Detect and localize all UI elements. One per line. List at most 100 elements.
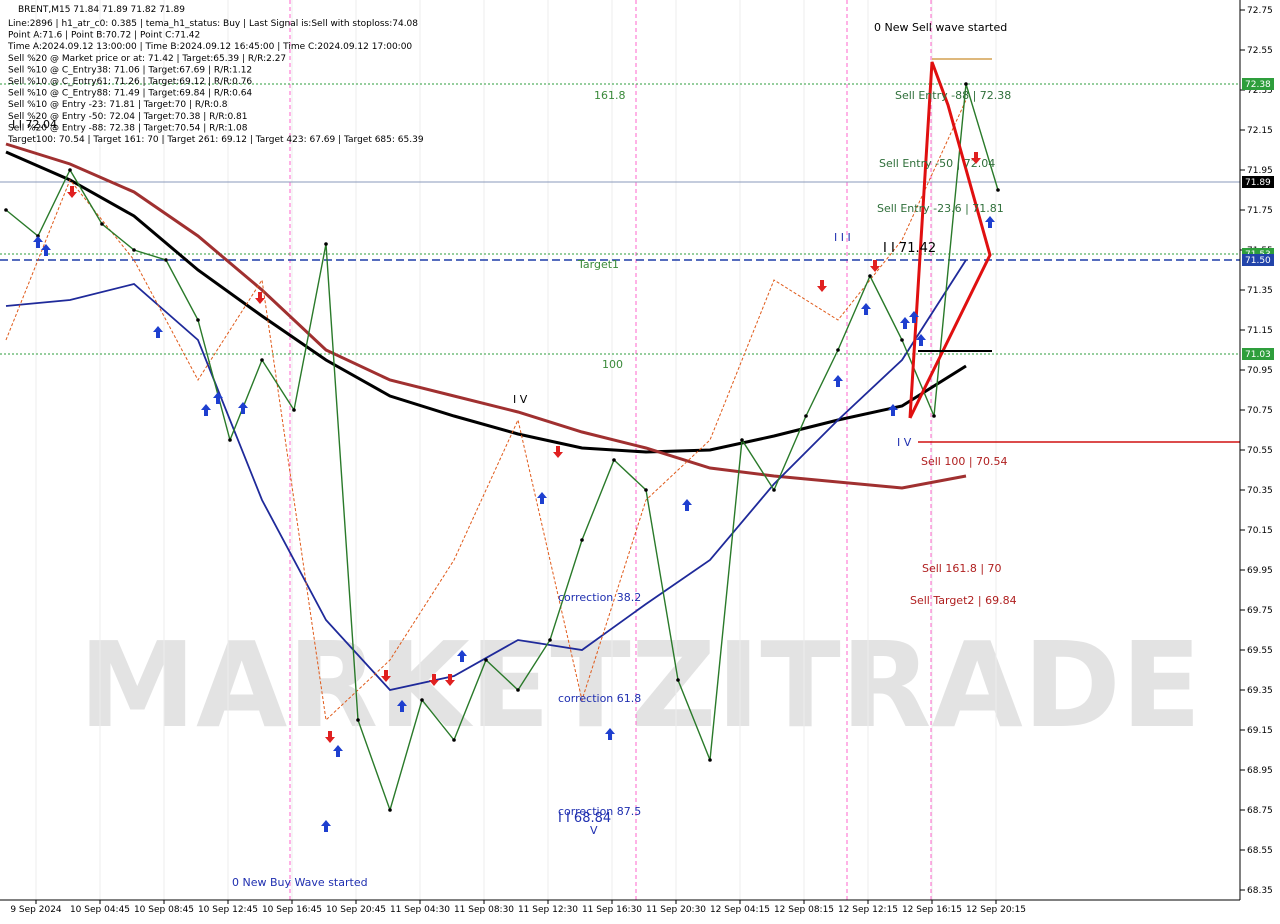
x-tick-label: 12 Sep 16:15	[902, 905, 962, 915]
annotation-label: Sell Entry -23.6 | 71.81	[877, 202, 1004, 215]
info-line: Target100: 70.54 | Target 161: 70 | Targ…	[7, 135, 424, 145]
annotation-label: I V	[897, 436, 912, 449]
annotation-label: Sell 161.8 | 70	[922, 562, 1002, 575]
x-tick-label: 11 Sep 12:30	[518, 905, 578, 915]
price-point	[228, 438, 232, 442]
info-line: Sell %20 @ Entry -88: 72.38 | Target:70.…	[8, 123, 248, 133]
chart-title: BRENT,M15 71.84 71.89 71.82 71.89	[18, 5, 185, 15]
price-point	[612, 458, 616, 462]
y-tick-label: 72.15	[1247, 126, 1273, 136]
y-tick-label: 69.75	[1247, 606, 1273, 616]
x-tick-label: 11 Sep 08:30	[454, 905, 514, 915]
info-line: Sell %10 @ C_Entry61: 71.26 | Target:69.…	[8, 77, 252, 87]
price-point	[68, 168, 72, 172]
info-line: Sell %10 @ C_Entry38: 71.06 | Target:67.…	[8, 65, 252, 75]
annotation-label: correction 61.8	[558, 692, 641, 705]
annotation-label: Sell Target2 | 69.84	[910, 594, 1017, 607]
price-point	[676, 678, 680, 682]
price-point	[324, 242, 328, 246]
y-tick-label: 72.75	[1247, 6, 1273, 16]
annotation-label: I I I	[834, 231, 851, 244]
y-tick-label: 69.15	[1247, 726, 1273, 736]
price-tag-label: 71.50	[1245, 256, 1271, 266]
y-tick-label: 70.15	[1247, 526, 1273, 536]
x-tick-label: 9 Sep 2024	[10, 905, 62, 915]
chart: MARKETZITRADE 0 New Sell wave started 161…	[0, 0, 1280, 920]
price-point	[580, 538, 584, 542]
price-point	[708, 758, 712, 762]
price-point	[964, 82, 968, 86]
x-tick-label: 12 Sep 20:15	[966, 905, 1026, 915]
price-point	[164, 258, 168, 262]
x-tick-label: 10 Sep 12:45	[198, 905, 258, 915]
info-line: Time A:2024.09.12 13:00:00 | Time B:2024…	[7, 42, 412, 52]
x-tick-label: 11 Sep 16:30	[582, 905, 642, 915]
price-point	[740, 438, 744, 442]
info-line: Sell %10 @ Entry -23: 71.81 | Target:70 …	[8, 100, 228, 110]
annotation-label: 0 New Sell wave started	[874, 21, 1007, 34]
price-tag-label: 72.38	[1245, 80, 1271, 90]
price-point	[292, 408, 296, 412]
annotation-label: Sell Entry -88 | 72.38	[895, 89, 1011, 102]
y-tick-label: 71.35	[1247, 286, 1273, 296]
y-tick-label: 68.95	[1247, 766, 1273, 776]
price-point	[356, 718, 360, 722]
y-tick-label: 71.95	[1247, 166, 1273, 176]
price-point	[900, 338, 904, 342]
price-point	[548, 638, 552, 642]
y-tick-label: 71.15	[1247, 326, 1273, 336]
annotation-label: I I 68.84	[558, 811, 611, 826]
y-tick-label: 69.55	[1247, 646, 1273, 656]
y-tick-label: 69.35	[1247, 686, 1273, 696]
info-line: Sell %20 @ Market price or at: 71.42 | T…	[8, 54, 286, 64]
y-tick-label: 68.55	[1247, 846, 1273, 856]
price-point	[132, 248, 136, 252]
annotation-label: Target1	[577, 258, 619, 271]
price-point	[836, 348, 840, 352]
x-tick-label: 12 Sep 08:15	[774, 905, 834, 915]
x-tick-label: 10 Sep 08:45	[134, 905, 194, 915]
info-line: Point A:71.6 | Point B:70.72 | Point C:7…	[8, 31, 200, 41]
chart-svg: MARKETZITRADE 0 New Sell wave started 161…	[0, 0, 1280, 920]
y-tick-label: 68.75	[1247, 806, 1273, 816]
price-point	[452, 738, 456, 742]
price-point	[516, 688, 520, 692]
info-line: Sell %10 @ C_Entry88: 71.49 | Target:69.…	[8, 89, 252, 99]
annotation-label: I V	[513, 393, 528, 406]
price-point	[420, 698, 424, 702]
price-point	[4, 208, 8, 212]
info-line: Line:2896 | h1_atr_c0: 0.385 | tema_h1_s…	[8, 19, 418, 29]
annotation-label: 100	[602, 358, 623, 371]
price-point	[484, 658, 488, 662]
y-tick-label: 68.35	[1247, 886, 1273, 896]
price-point	[932, 414, 936, 418]
x-tick-label: 12 Sep 04:15	[710, 905, 770, 915]
price-point	[100, 222, 104, 226]
x-tick-label: 12 Sep 12:15	[838, 905, 898, 915]
price-point	[868, 274, 872, 278]
price-point	[804, 414, 808, 418]
watermark: MARKETZITRADE	[79, 616, 1202, 754]
annotation-label: I I 71.42	[883, 241, 936, 256]
price-tag-label: 71.03	[1245, 350, 1271, 360]
price-point	[388, 808, 392, 812]
annotation-label: 161.8	[594, 89, 626, 102]
price-point	[644, 488, 648, 492]
annotation-label: correction 38.2	[558, 591, 641, 604]
x-tick-label: 10 Sep 04:45	[70, 905, 130, 915]
x-tick-label: 10 Sep 20:45	[326, 905, 386, 915]
price-point	[196, 318, 200, 322]
watermark-text: MARKETZITRADE	[79, 616, 1202, 754]
y-tick-label: 70.75	[1247, 406, 1273, 416]
y-tick-label: 71.75	[1247, 206, 1273, 216]
y-tick-label: 72.55	[1247, 46, 1273, 56]
y-tick-label: 70.95	[1247, 366, 1273, 376]
price-point	[772, 488, 776, 492]
annotation-label: Sell 100 | 70.54	[921, 455, 1008, 468]
y-tick-label: 70.55	[1247, 446, 1273, 456]
y-tick-label: 70.35	[1247, 486, 1273, 496]
price-point	[996, 188, 1000, 192]
price-tag-label: 71.89	[1245, 178, 1271, 188]
x-tick-label: 10 Sep 16:45	[262, 905, 322, 915]
annotation-label: 0 New Buy Wave started	[232, 876, 368, 889]
